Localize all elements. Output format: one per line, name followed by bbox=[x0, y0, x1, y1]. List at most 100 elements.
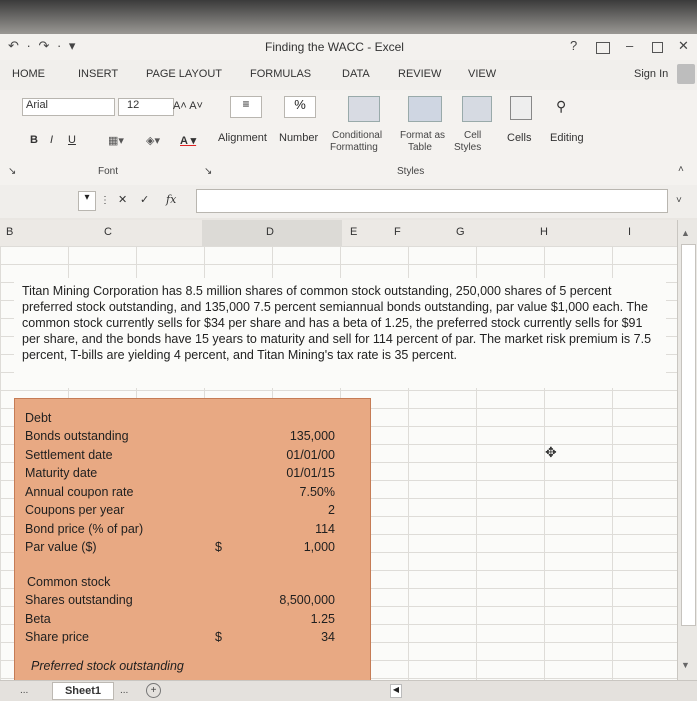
ribbon: Arial 12 A˄ A˅ B I U ▦▾ ◈▾ A ▾ Font ↘ ↘ … bbox=[0, 90, 697, 186]
binoculars-icon[interactable]: ⚲ bbox=[556, 98, 566, 115]
cell-styles-label[interactable]: Styles bbox=[454, 142, 481, 153]
cell-cursor-icon: ✥ bbox=[545, 444, 557, 460]
add-sheet-button[interactable]: + bbox=[146, 683, 161, 698]
window-title: Finding the WACC - Excel bbox=[265, 40, 404, 54]
sheet-nav-ellipsis-right[interactable]: ... bbox=[120, 685, 128, 696]
name-box-dropdown-icon[interactable]: ▾ bbox=[78, 191, 96, 211]
font-launcher-icon[interactable]: ↘ bbox=[204, 166, 212, 177]
scrollbar-thumb[interactable] bbox=[681, 244, 696, 626]
common-row-value: 8,500,000 bbox=[279, 593, 335, 607]
column-header-e[interactable]: E bbox=[350, 226, 357, 238]
conditional-formatting-icon[interactable] bbox=[348, 96, 380, 122]
debt-row-label: Coupons per year bbox=[25, 503, 125, 517]
column-header-i[interactable]: I bbox=[628, 226, 631, 238]
debt-row-value: 01/01/00 bbox=[286, 447, 335, 462]
debt-row-label: Bonds outstanding bbox=[25, 429, 129, 443]
expand-formula-bar-icon[interactable]: ˅ bbox=[676, 195, 682, 206]
preferred-stock-heading: Preferred stock outstanding bbox=[31, 659, 184, 673]
format-as-label[interactable]: Format as bbox=[400, 130, 445, 141]
problem-text-box[interactable]: Titan Mining Corporation has 8.5 million… bbox=[14, 278, 666, 388]
close-button[interactable]: ✕ bbox=[678, 38, 689, 54]
common-row-label: Shares outstanding bbox=[25, 593, 133, 607]
tab-formulas[interactable]: FORMULAS bbox=[250, 68, 311, 80]
underline-button[interactable]: U bbox=[68, 134, 76, 146]
formatting-label[interactable]: Formatting bbox=[330, 142, 378, 153]
conditional-label[interactable]: Conditional bbox=[332, 130, 382, 141]
minimize-button[interactable]: – bbox=[626, 38, 633, 53]
quick-access-toolbar[interactable]: ↶ · ↷ · ▾ bbox=[8, 38, 77, 54]
borders-icon[interactable]: ▦▾ bbox=[108, 134, 124, 147]
vertical-scrollbar[interactable]: ▲ ▼ bbox=[677, 220, 697, 680]
collapse-ribbon-icon[interactable]: ˄ bbox=[678, 164, 684, 175]
sheet-tab-sheet1[interactable]: Sheet1 bbox=[52, 682, 114, 700]
common-row-label: Beta bbox=[25, 611, 51, 626]
debt-heading: Debt bbox=[25, 411, 52, 425]
sign-in-link[interactable]: Sign In bbox=[634, 68, 668, 80]
sheet-tab-bar: ... Sheet1 ... + ◀ bbox=[0, 680, 697, 701]
font-color-icon[interactable]: A ▾ bbox=[180, 134, 196, 147]
column-header-b[interactable]: B bbox=[6, 226, 13, 238]
common-row-label: Share price bbox=[25, 630, 89, 644]
cell-label[interactable]: Cell bbox=[464, 130, 481, 141]
font-group-label: Font bbox=[98, 166, 119, 177]
help-button[interactable]: ? bbox=[570, 38, 577, 53]
tab-page-layout[interactable]: PAGE LAYOUT bbox=[146, 68, 222, 80]
alignment-button[interactable]: Alignment bbox=[218, 132, 267, 144]
insert-function-button[interactable]: fx bbox=[166, 193, 176, 206]
formula-bar-grip-icon: ⋮ bbox=[100, 195, 110, 206]
enter-button[interactable]: ✓ bbox=[140, 193, 149, 206]
alignment-icon[interactable]: ≡ bbox=[230, 96, 262, 118]
tab-data[interactable]: DATA bbox=[342, 68, 370, 80]
tab-insert[interactable]: INSERT bbox=[78, 68, 118, 80]
debt-row-value: 2 bbox=[328, 503, 335, 517]
common-row-value: 34 bbox=[321, 630, 335, 644]
common-stock-heading: Common stock bbox=[27, 575, 111, 589]
tab-home[interactable]: HOME bbox=[12, 68, 45, 80]
formula-input[interactable] bbox=[196, 189, 668, 213]
title-bar: ↶ · ↷ · ▾ Finding the WACC - Excel ? – ✕ bbox=[0, 34, 697, 60]
grow-shrink-font-icon[interactable]: A˄ A˅ bbox=[173, 100, 203, 112]
column-header-d[interactable]: D bbox=[266, 226, 274, 238]
tab-review[interactable]: REVIEW bbox=[398, 68, 441, 80]
cancel-entry-button[interactable]: ✕ bbox=[118, 193, 127, 206]
ribbon-display-icon[interactable] bbox=[596, 42, 610, 54]
percent-icon[interactable]: % bbox=[284, 96, 316, 118]
hscroll-left-icon[interactable]: ◀ bbox=[390, 684, 402, 698]
column-headers: B C D E F G H I bbox=[0, 220, 697, 247]
clipboard-launcher-icon[interactable]: ↘ bbox=[8, 166, 16, 177]
debt-row-value: 114 bbox=[315, 521, 335, 536]
styles-group-label: Styles bbox=[397, 166, 425, 177]
column-header-h[interactable]: H bbox=[540, 226, 548, 238]
cells-button[interactable]: Cells bbox=[507, 132, 531, 144]
tab-view[interactable]: VIEW bbox=[468, 68, 496, 80]
input-data-block[interactable]: Debt Common stock Preferred stock outsta… bbox=[14, 398, 371, 682]
number-button[interactable]: Number bbox=[279, 132, 318, 144]
avatar[interactable] bbox=[677, 64, 695, 84]
common-row-currency: $ bbox=[215, 630, 222, 644]
format-as-table-icon[interactable] bbox=[408, 96, 442, 122]
table-label[interactable]: Table bbox=[408, 142, 432, 153]
font-name-box[interactable]: Arial bbox=[22, 98, 115, 116]
column-header-f[interactable]: F bbox=[394, 226, 401, 238]
restore-icon[interactable] bbox=[652, 42, 663, 53]
scroll-down-icon[interactable]: ▼ bbox=[681, 660, 690, 670]
cell-styles-icon[interactable] bbox=[462, 96, 492, 122]
cells-icon[interactable] bbox=[510, 96, 532, 120]
problem-text: Titan Mining Corporation has 8.5 million… bbox=[22, 284, 652, 362]
column-header-g[interactable]: G bbox=[456, 226, 465, 238]
debt-row-label: Annual coupon rate bbox=[25, 484, 134, 499]
worksheet-grid[interactable]: Titan Mining Corporation has 8.5 million… bbox=[0, 246, 677, 682]
debt-row-value: 7.50% bbox=[299, 484, 335, 499]
editing-button[interactable]: Editing bbox=[550, 132, 584, 144]
font-size-box[interactable]: 12 bbox=[118, 98, 174, 116]
top-shadow-band bbox=[0, 0, 697, 34]
debt-row-currency: $ bbox=[215, 540, 222, 554]
italic-button[interactable]: I bbox=[50, 134, 53, 146]
fill-color-icon[interactable]: ◈▾ bbox=[146, 134, 160, 147]
debt-row-label: Settlement date bbox=[25, 447, 113, 462]
sheet-nav-ellipsis-left[interactable]: ... bbox=[20, 685, 28, 696]
column-header-c[interactable]: C bbox=[104, 226, 112, 238]
debt-row-value: 1,000 bbox=[303, 540, 335, 554]
bold-button[interactable]: B bbox=[30, 134, 38, 146]
scroll-up-icon[interactable]: ▲ bbox=[681, 228, 690, 238]
